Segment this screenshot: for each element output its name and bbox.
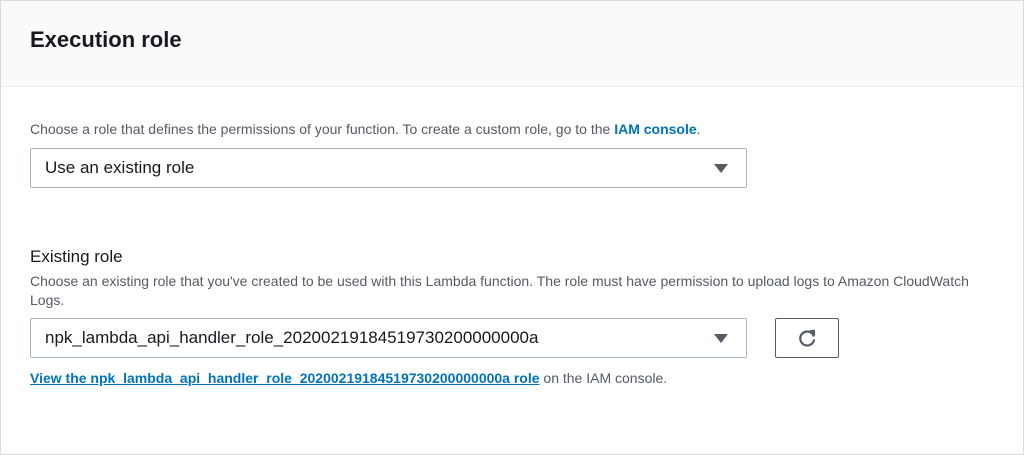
existing-role-label: Existing role	[30, 247, 123, 266]
section-title: Execution role	[30, 26, 182, 52]
refresh-roles-button[interactable]	[775, 318, 839, 358]
refresh-icon	[799, 329, 816, 347]
role-type-description-text: Choose a role that defines the permissio…	[30, 121, 615, 137]
caret-down-icon	[714, 333, 728, 343]
role-type-selected-value: Use an existing role	[45, 158, 195, 177]
existing-role-select[interactable]: npk_lambda_api_handler_role_202002191845…	[30, 318, 747, 358]
existing-role-description: Choose an existing role that you've crea…	[30, 273, 969, 308]
role-type-description: Choose a role that defines the permissio…	[30, 121, 701, 137]
execution-role-panel: Execution role Choose a role that define…	[0, 0, 1024, 455]
view-role-line: View the npk_lambda_api_handler_role_202…	[30, 370, 667, 386]
view-role-link[interactable]: View the npk_lambda_api_handler_role_202…	[30, 370, 540, 386]
caret-down-icon	[714, 163, 728, 173]
panel-header: Execution role	[1, 1, 1023, 87]
existing-role-selected-value: npk_lambda_api_handler_role_202002191845…	[45, 328, 539, 347]
view-role-suffix: on the IAM console.	[539, 370, 668, 386]
role-type-select[interactable]: Use an existing role	[30, 148, 747, 188]
iam-console-link[interactable]: IAM console	[614, 121, 696, 137]
role-type-description-suffix: .	[696, 121, 701, 137]
